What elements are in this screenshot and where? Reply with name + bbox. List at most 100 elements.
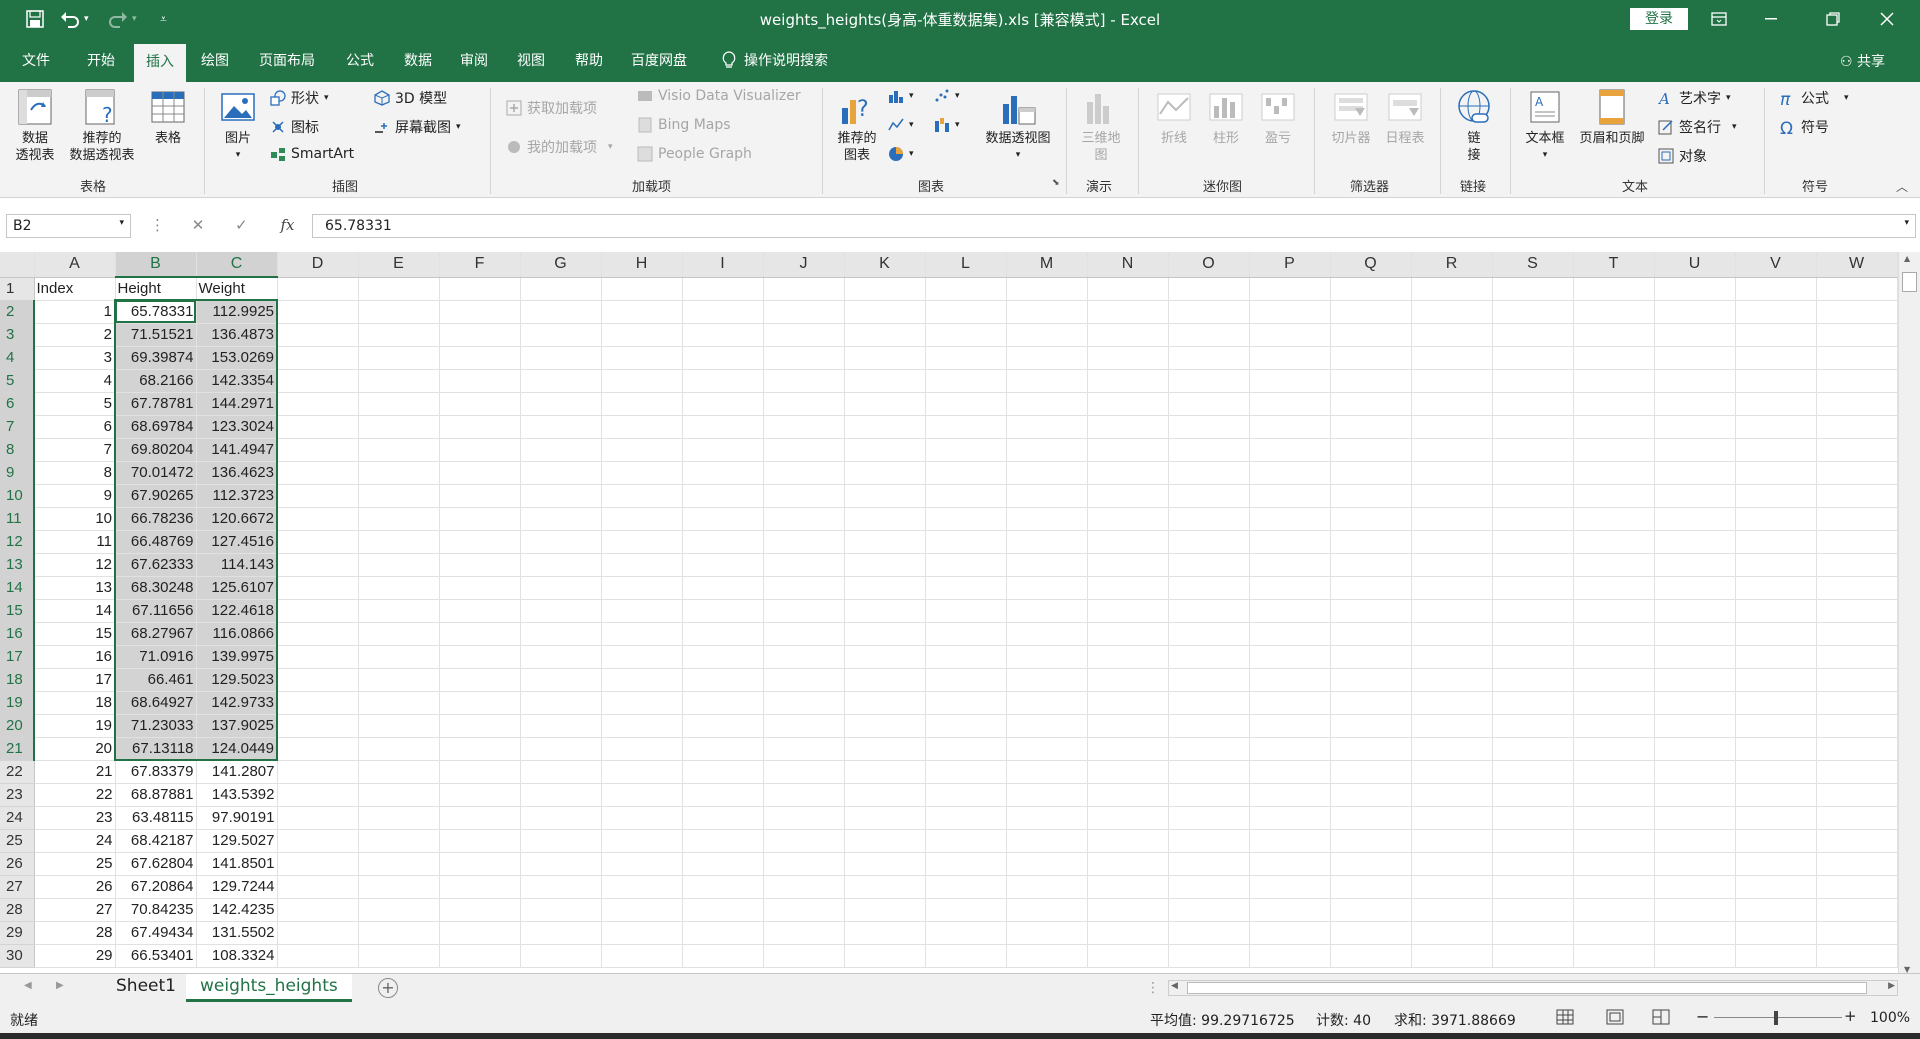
cell-w11[interactable] [1816,507,1898,531]
cell-b17[interactable]: 71.0916 [114,645,197,669]
cell-t13[interactable] [1573,553,1655,577]
cell-l5[interactable] [925,369,1007,393]
cell-f28[interactable] [439,898,521,922]
cell-m18[interactable] [1006,668,1088,692]
cell-s8[interactable] [1492,438,1574,462]
cell-m8[interactable] [1006,438,1088,462]
cell-h5[interactable] [601,369,683,393]
cell-m9[interactable] [1006,461,1088,485]
cell-d12[interactable] [277,530,359,554]
cell-l28[interactable] [925,898,1007,922]
cell-r13[interactable] [1411,553,1493,577]
cell-a19[interactable]: 18 [34,691,116,715]
cell-a22[interactable]: 21 [34,760,116,784]
cell-l10[interactable] [925,484,1007,508]
column-header-w[interactable]: W [1816,252,1898,278]
cell-t8[interactable] [1573,438,1655,462]
cell-q20[interactable] [1330,714,1412,738]
cell-b28[interactable]: 70.84235 [115,898,197,922]
cell-a2[interactable]: 1 [34,300,116,324]
cell-w6[interactable] [1816,392,1898,416]
cell-f30[interactable] [439,944,521,968]
cell-w24[interactable] [1816,806,1898,830]
cell-n1[interactable] [1087,277,1169,301]
cell-c27[interactable]: 129.7244 [196,875,278,899]
cell-u25[interactable] [1654,829,1736,853]
cell-n17[interactable] [1087,645,1169,669]
cell-e10[interactable] [358,484,440,508]
cell-h8[interactable] [601,438,683,462]
cell-c1[interactable]: Weight [196,277,278,301]
cell-e5[interactable] [358,369,440,393]
column-header-b[interactable]: B [115,252,197,278]
cell-r9[interactable] [1411,461,1493,485]
cell-e1[interactable] [358,277,440,301]
tab-formulas[interactable]: 公式 [346,50,374,70]
cell-b18[interactable]: 66.461 [114,668,197,692]
cell-s18[interactable] [1492,668,1574,692]
cell-k21[interactable] [844,737,926,761]
cell-d20[interactable] [277,714,359,738]
cell-o2[interactable] [1168,300,1250,324]
cell-i25[interactable] [682,829,764,853]
cell-p7[interactable] [1249,415,1331,439]
cell-s28[interactable] [1492,898,1574,922]
pie-chart-button[interactable]: ▾ [888,146,914,162]
cell-p2[interactable] [1249,300,1331,324]
cell-c11[interactable]: 120.6672 [196,507,278,531]
cell-m24[interactable] [1006,806,1088,830]
cell-c7[interactable]: 123.3024 [196,415,278,439]
cell-e14[interactable] [358,576,440,600]
cell-r15[interactable] [1411,599,1493,623]
cell-r5[interactable] [1411,369,1493,393]
cell-i19[interactable] [682,691,764,715]
cell-b16[interactable]: 68.27967 [114,622,197,646]
cell-r24[interactable] [1411,806,1493,830]
cell-l3[interactable] [925,323,1007,347]
cell-j5[interactable] [763,369,845,393]
cell-o27[interactable] [1168,875,1250,899]
cell-k25[interactable] [844,829,926,853]
cell-u21[interactable] [1654,737,1736,761]
cell-a6[interactable]: 5 [34,392,116,416]
cell-v4[interactable] [1735,346,1817,370]
cell-g22[interactable] [520,760,602,784]
cell-i8[interactable] [682,438,764,462]
cell-q17[interactable] [1330,645,1412,669]
cell-e27[interactable] [358,875,440,899]
cell-l30[interactable] [925,944,1007,968]
cell-g27[interactable] [520,875,602,899]
cell-h24[interactable] [601,806,683,830]
cell-p20[interactable] [1249,714,1331,738]
column-header-u[interactable]: U [1654,252,1736,278]
cell-f7[interactable] [439,415,521,439]
cell-e22[interactable] [358,760,440,784]
scroll-left-icon[interactable]: ◀ [1171,981,1178,991]
cell-f18[interactable] [439,668,521,692]
cell-t29[interactable] [1573,921,1655,945]
cell-i30[interactable] [682,944,764,968]
cell-m15[interactable] [1006,599,1088,623]
row-header[interactable]: 16 [0,622,35,646]
cell-a15[interactable]: 14 [34,599,116,623]
cell-e18[interactable] [358,668,440,692]
row-header[interactable]: 12 [0,530,35,554]
cell-n26[interactable] [1087,852,1169,876]
zoom-in-icon[interactable]: + [1844,1007,1857,1025]
cell-w25[interactable] [1816,829,1898,853]
cell-d5[interactable] [277,369,359,393]
cell-a9[interactable]: 8 [34,461,116,485]
cell-j30[interactable] [763,944,845,968]
cell-q19[interactable] [1330,691,1412,715]
cell-o10[interactable] [1168,484,1250,508]
cell-u26[interactable] [1654,852,1736,876]
cell-d19[interactable] [277,691,359,715]
tab-insert[interactable]: 插入 [134,44,186,82]
cell-u1[interactable] [1654,277,1736,301]
cell-a20[interactable]: 19 [34,714,116,738]
cell-u28[interactable] [1654,898,1736,922]
cell-s12[interactable] [1492,530,1574,554]
cell-t3[interactable] [1573,323,1655,347]
dialog-launcher-icon[interactable]: ⬊ [1052,178,1060,188]
cell-n11[interactable] [1087,507,1169,531]
